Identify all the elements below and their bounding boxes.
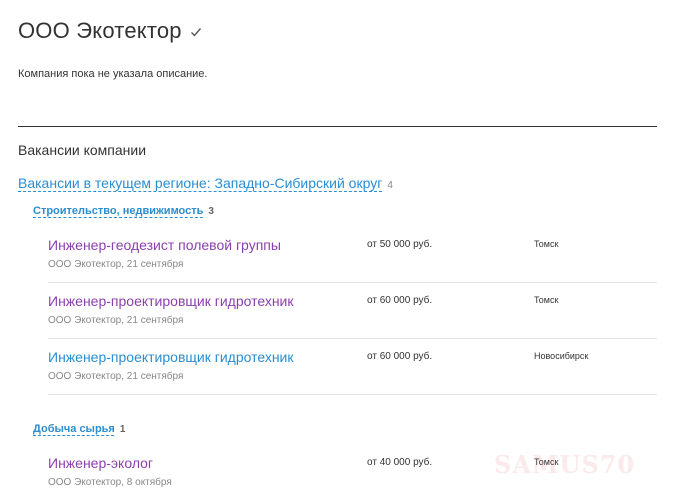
- vacancy-title-link[interactable]: Инженер-проектировщик гидротехник: [48, 349, 294, 365]
- region-filter: Вакансии в текущем регионе: Западно-Сиби…: [18, 175, 393, 191]
- section-title: Вакансии компании: [18, 142, 147, 158]
- vacancy-salary: от 50 000 руб.: [367, 239, 433, 250]
- category-count: 3: [208, 206, 214, 217]
- category-link[interactable]: Добыча сырья: [33, 423, 115, 435]
- vacancy-salary: от 60 000 руб.: [367, 295, 433, 306]
- vacancy-city: Новосибирск: [534, 351, 589, 361]
- category-construction: Строительство, недвижимость 3: [33, 205, 214, 217]
- category-count: 1: [119, 424, 126, 435]
- vacancy-salary: от 60 000 руб.: [367, 351, 433, 362]
- company-page: ООО Экотектор Компания пока не указала о…: [0, 0, 690, 501]
- region-count: 4: [387, 180, 393, 191]
- region-link[interactable]: Вакансии в текущем регионе: Западно-Сиби…: [18, 175, 382, 191]
- vacancy-row: Инженер-проектировщик гидротехник ООО Эк…: [33, 283, 657, 339]
- category-mining: Добыча сырья 1: [33, 423, 125, 435]
- vacancy-city: Томск: [534, 295, 559, 305]
- vacancy-meta: ООО Экотектор, 21 сентября: [48, 315, 184, 326]
- category-link[interactable]: Строительство, недвижимость: [33, 205, 203, 217]
- vacancy-meta: ООО Экотектор, 21 сентября: [48, 259, 184, 270]
- vacancy-title-link[interactable]: Инженер-эколог: [48, 455, 153, 471]
- row-separator: [48, 394, 657, 395]
- vacancy-meta: ООО Экотектор, 21 сентября: [48, 371, 184, 382]
- vacancy-city: Томск: [534, 457, 559, 467]
- checkmark-icon: [190, 28, 201, 37]
- vacancy-row: Инженер-эколог ООО Экотектор, 8 октября …: [33, 445, 657, 501]
- vacancy-title-link[interactable]: Инженер-геодезист полевой группы: [48, 237, 281, 253]
- vacancy-meta: ООО Экотектор, 8 октября: [48, 477, 172, 488]
- vacancy-salary: от 40 000 руб.: [367, 457, 433, 468]
- vacancy-city: Томск: [534, 239, 559, 249]
- vacancy-title-link[interactable]: Инженер-проектировщик гидротехник: [48, 293, 294, 309]
- company-name: ООО Экотектор: [18, 18, 182, 43]
- vacancy-row: Инженер-проектировщик гидротехник ООО Эк…: [33, 339, 657, 395]
- vacancy-row: Инженер-геодезист полевой группы ООО Эко…: [33, 227, 657, 283]
- company-description: Компания пока не указала описание.: [18, 68, 208, 80]
- page-title: ООО Экотектор: [18, 18, 202, 44]
- divider: [18, 126, 657, 127]
